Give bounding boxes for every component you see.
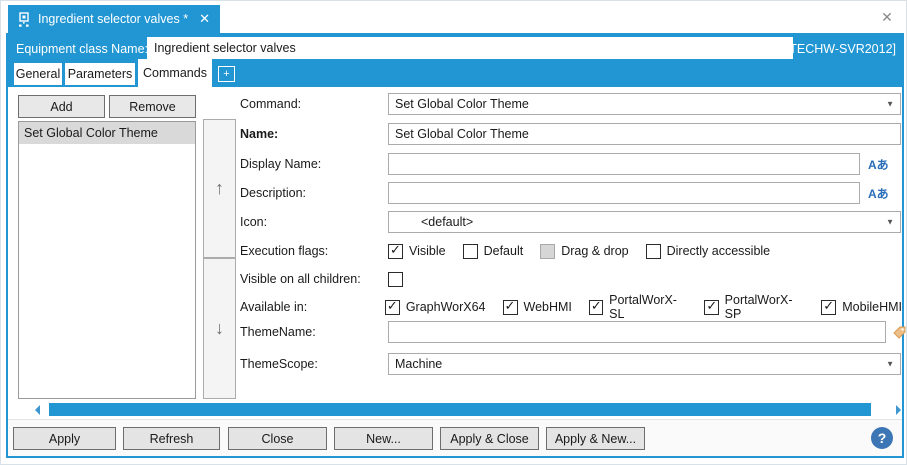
- new-button[interactable]: New...: [334, 427, 433, 450]
- server-badge: [TECHW-SVR2012]: [785, 42, 896, 56]
- document-tab-close-icon[interactable]: ✕: [199, 11, 210, 27]
- command-value: Set Global Color Theme: [395, 97, 529, 111]
- checkbox-graphworx64[interactable]: GraphWorX64: [384, 298, 486, 315]
- horizontal-scrollbar[interactable]: [33, 403, 901, 417]
- display-name-input[interactable]: [388, 153, 860, 175]
- document-tab[interactable]: Ingredient selector valves * ✕: [8, 5, 220, 33]
- checkbox-portalworx-sl[interactable]: PortalWorX-SL: [588, 293, 688, 321]
- theme-scope-label: ThemeScope:: [240, 357, 318, 371]
- theme-scope-dropdown[interactable]: Machine ▼: [388, 353, 901, 375]
- checkbox-mobilehmi[interactable]: MobileHMI: [821, 298, 902, 315]
- name-label: Name:: [240, 127, 279, 141]
- tab-general[interactable]: General: [14, 63, 62, 85]
- checkbox-box[interactable]: [704, 298, 719, 315]
- checkbox-box[interactable]: [388, 242, 403, 259]
- name-input[interactable]: Set Global Color Theme: [388, 123, 901, 145]
- command-dropdown[interactable]: Set Global Color Theme ▼: [388, 93, 901, 115]
- checkbox-box[interactable]: [821, 298, 837, 315]
- scrollbar-thumb[interactable]: [49, 403, 871, 416]
- tag-icon[interactable]: [892, 325, 906, 340]
- equipment-class-name-input[interactable]: [147, 37, 793, 59]
- help-button[interactable]: ?: [871, 427, 893, 449]
- checkbox-box[interactable]: [502, 298, 518, 315]
- checkbox-box[interactable]: [645, 243, 661, 259]
- icon-label: Icon:: [240, 215, 268, 229]
- theme-scope-value: Machine: [395, 357, 443, 371]
- visible-on-all-children-label: Visible on all children:: [240, 272, 361, 286]
- document-tab-title: Ingredient selector valves *: [38, 12, 189, 26]
- checkbox-box[interactable]: [462, 243, 478, 259]
- checkbox-visible-on-all-children[interactable]: [388, 271, 403, 287]
- chevron-down-icon: ▼: [886, 359, 894, 369]
- footer-bar: Apply Refresh Close New... Apply & Close…: [8, 419, 902, 456]
- display-name-label: Display Name:: [240, 157, 322, 171]
- checkbox-visible[interactable]: Visible: [388, 242, 446, 259]
- localization-icon[interactable]: Aあ: [868, 185, 889, 202]
- checkbox-box[interactable]: [388, 271, 403, 287]
- icon-dropdown[interactable]: <default> ▼: [388, 211, 901, 233]
- up-arrow-icon: ↑: [215, 178, 224, 198]
- checkbox-box[interactable]: [540, 243, 556, 259]
- scroll-right-icon[interactable]: [896, 405, 901, 415]
- command-label: Command:: [240, 97, 302, 111]
- window-close-icon[interactable]: ✕: [879, 9, 895, 25]
- checkbox-directly-accessible[interactable]: Directly accessible: [645, 243, 770, 259]
- move-up-button[interactable]: ↑: [203, 119, 236, 258]
- close-button[interactable]: Close: [228, 427, 327, 450]
- icon-value: <default>: [421, 215, 474, 229]
- dialog-frame: Equipment class Name: [TECHW-SVR2012] Ge…: [6, 33, 906, 458]
- description-label: Description:: [240, 186, 306, 200]
- equipment-class-name-label: Equipment class Name:: [16, 42, 149, 56]
- available-in-label: Available in:: [240, 300, 308, 314]
- description-input[interactable]: [388, 182, 860, 204]
- checkbox-box[interactable]: [384, 298, 400, 315]
- refresh-button[interactable]: Refresh: [123, 427, 220, 450]
- tab-parameters[interactable]: Parameters: [65, 63, 135, 85]
- execution-flags-label: Execution flags:: [240, 244, 329, 258]
- apply-and-close-button[interactable]: Apply & Close: [440, 427, 539, 450]
- apply-and-new-button[interactable]: Apply & New...: [546, 427, 645, 450]
- down-arrow-icon: ↓: [215, 318, 224, 338]
- command-list[interactable]: Set Global Color Theme: [18, 121, 196, 399]
- equipment-class-editor-window: Ingredient selector valves * ✕ ✕ Equipme…: [0, 0, 907, 465]
- checkbox-webhmi[interactable]: WebHMI: [502, 298, 572, 315]
- equipment-class-icon: [16, 11, 31, 27]
- move-down-button[interactable]: ↓: [203, 258, 236, 399]
- checkbox-default[interactable]: Default: [462, 243, 523, 259]
- checkbox-portalworx-sp[interactable]: PortalWorX-SP: [704, 293, 804, 321]
- remove-button[interactable]: Remove: [109, 95, 196, 118]
- name-value: Set Global Color Theme: [395, 127, 529, 141]
- tab-commands[interactable]: Commands: [138, 59, 212, 87]
- chevron-down-icon: ▼: [886, 217, 894, 227]
- dialog-header: Equipment class Name: [TECHW-SVR2012] Ge…: [8, 33, 902, 87]
- tab-add-button[interactable]: +: [218, 66, 235, 82]
- theme-name-label: ThemeName:: [240, 325, 316, 339]
- theme-name-input[interactable]: [388, 321, 886, 343]
- checkbox-box[interactable]: [588, 298, 604, 315]
- list-item[interactable]: Set Global Color Theme: [19, 122, 195, 144]
- scroll-left-icon[interactable]: [35, 405, 40, 415]
- checkbox-drag-and-drop[interactable]: Drag & drop: [540, 243, 629, 259]
- chevron-down-icon: ▼: [886, 99, 894, 109]
- add-button[interactable]: Add: [18, 95, 105, 118]
- apply-button[interactable]: Apply: [13, 427, 116, 450]
- localization-icon[interactable]: Aあ: [868, 156, 889, 173]
